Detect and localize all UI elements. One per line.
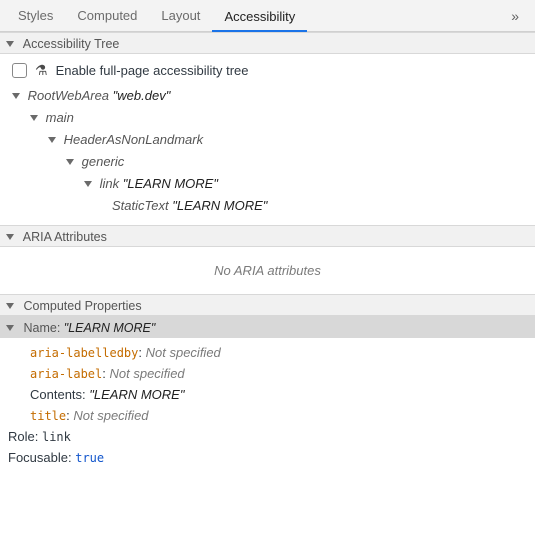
prop-aria-labelledby: aria-labelledby: Not specified [8,343,527,363]
section-header-label: Computed Properties [23,299,141,313]
chevron-down-icon [30,115,38,121]
chevron-down-icon [66,159,74,165]
accessibility-tree-body: ⚗ Enable full-page accessibility tree Ro… [0,54,535,225]
tree-node-role: StaticText [112,198,169,213]
prop-role: Role: link [8,427,527,447]
prop-aria-label: aria-label: Not specified [8,364,527,384]
enable-full-page-tree-checkbox[interactable] [12,63,27,78]
prop-focusable: Focusable: true [8,448,527,468]
computed-name-row[interactable]: Name: "LEARN MORE" [0,316,535,338]
tab-styles[interactable]: Styles [6,0,65,31]
tree-node-rootwebarea[interactable]: RootWebArea "web.dev" [12,85,527,107]
tabs-overflow-button[interactable]: » [501,8,529,24]
tree-node-role: link [100,176,120,191]
prop-key: Role: [8,429,38,444]
tree-node-main[interactable]: main [12,107,527,129]
prop-value: Not specified [146,345,221,360]
prop-value: link [42,430,71,444]
computed-name-value: "LEARN MORE" [64,321,156,335]
tab-computed[interactable]: Computed [65,0,149,31]
tree-node-role: generic [82,154,125,169]
section-header-accessibility-tree[interactable]: Accessibility Tree [0,32,535,54]
tab-layout[interactable]: Layout [149,0,212,31]
tree-node-role: main [46,110,74,125]
tree-node-role: HeaderAsNonLandmark [64,132,203,147]
tree-node-header[interactable]: HeaderAsNonLandmark [12,129,527,151]
prop-key: title [30,409,66,423]
flask-icon: ⚗ [35,62,48,79]
prop-value: Not specified [73,408,148,423]
tree-node-generic[interactable]: generic [12,151,527,173]
section-header-computed-properties[interactable]: Computed Properties [0,294,535,316]
tree-node-role: RootWebArea [28,88,109,103]
prop-key: aria-labelledby [30,346,138,360]
tree-node-statictext[interactable]: StaticText "LEARN MORE" [12,195,527,217]
disclosure-triangle-icon [6,325,14,331]
section-header-label: ARIA Attributes [23,230,107,244]
tab-accessibility[interactable]: Accessibility [212,1,307,32]
chevron-down-icon [48,137,56,143]
tree-node-link[interactable]: link "LEARN MORE" [12,173,527,195]
enable-full-page-tree-label: Enable full-page accessibility tree [56,63,249,78]
prop-key: Contents: [30,387,86,402]
prop-value: Not specified [110,366,185,381]
disclosure-triangle-icon [6,234,14,240]
computed-properties-body: aria-labelledby: Not specified aria-labe… [0,338,535,477]
enable-full-page-tree-row: ⚗ Enable full-page accessibility tree [12,62,527,79]
section-header-label: Accessibility Tree [23,37,120,51]
tree-node-name: "LEARN MORE" [172,198,267,213]
tabbar: Styles Computed Layout Accessibility » [0,0,535,32]
tree-node-name: "LEARN MORE" [123,176,218,191]
section-header-aria-attributes[interactable]: ARIA Attributes [0,225,535,247]
prop-key: aria-label [30,367,102,381]
prop-contents: Contents: "LEARN MORE" [8,385,527,405]
accessibility-tree: RootWebArea "web.dev" main HeaderAsNonLa… [12,85,527,217]
prop-key: Focusable: [8,450,72,465]
chevron-down-icon [12,93,20,99]
prop-value: "LEARN MORE" [89,387,184,402]
no-aria-attributes-message: No ARIA attributes [0,247,535,294]
tree-node-name: "web.dev" [113,88,171,103]
disclosure-triangle-icon [6,303,14,309]
chevron-down-icon [84,181,92,187]
prop-value: true [75,451,104,465]
computed-name-label: Name: [23,321,60,335]
disclosure-triangle-icon [6,41,14,47]
prop-title: title: Not specified [8,406,527,426]
